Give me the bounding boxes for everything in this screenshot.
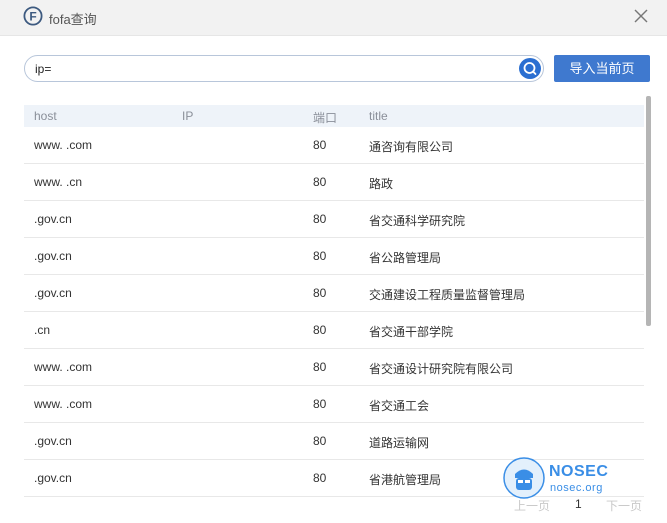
port-cell: 80 [313,397,327,411]
table-row[interactable]: .gov.cn 80 省公路管理局 [24,238,644,275]
column-header-port: 端口 [313,111,338,125]
title-cell: 省交通科学研究院 [369,214,466,228]
port-cell: 80 [313,434,327,448]
host-cell: .gov.cn [34,434,72,448]
table-scrollbar[interactable] [646,96,651,326]
table-row[interactable]: .gov.cn 80 省交通科学研究院 [24,201,644,238]
results-table: host IP 端口 title www. .com 80 通咨询有限公司 ww… [24,105,644,497]
nosec-brand: NOSEC [549,463,609,480]
import-current-page-button[interactable]: 导入当前页 [554,55,650,82]
title-cell: 省交通设计研究院有限公司 [369,362,514,376]
table-row[interactable]: www. .cn 80 路政 [24,164,644,201]
table-header: host IP 端口 title [24,105,644,127]
table-row[interactable]: .gov.cn 80 交通建设工程质量监督管理局 [24,275,644,312]
port-cell: 80 [313,212,327,226]
host-cell: .gov.cn [34,249,72,263]
column-header-host: host [34,109,57,123]
nosec-domain: nosec.org [550,482,603,494]
host-cell: www. .com [34,138,93,152]
port-cell: 80 [313,360,327,374]
next-page-link[interactable]: 下一页 [606,497,642,514]
port-cell: 80 [313,471,327,485]
host-cell: www. .cn [34,175,83,189]
host-cell: www. .com [34,360,93,374]
table-row[interactable]: .gov.cn 80 道路运输网 [24,423,644,460]
port-cell: 80 [313,286,327,300]
search-input[interactable] [35,59,515,79]
window-title: fofa查询 [49,12,97,27]
port-cell: 80 [313,249,327,263]
title-cell: 省公路管理局 [369,251,442,265]
title-cell: 省交通干部学院 [369,325,454,339]
title-cell: 通咨询有限公司 [369,140,454,154]
close-icon[interactable] [633,8,649,24]
search-icon [523,62,537,75]
table-row[interactable]: www. .com 80 省交通设计研究院有限公司 [24,349,644,386]
column-header-title: title [369,109,388,123]
current-page-number[interactable]: 1 [575,497,582,511]
column-header-ip: IP [182,109,194,123]
fofa-logo-icon: F [23,6,43,26]
search-button[interactable] [519,58,541,79]
host-cell: .gov.cn [34,212,72,226]
host-cell: .gov.cn [34,471,72,485]
table-row[interactable]: www. .com 80 省交通工会 [24,386,644,423]
host-cell: .gov.cn [34,286,72,300]
title-cell: 道路运输网 [369,436,430,450]
prev-page-link[interactable]: 上一页 [514,497,550,514]
port-cell: 80 [313,138,327,152]
logo-letter: F [29,10,36,24]
title-cell: 路政 [369,177,394,191]
table-row[interactable]: www. .com 80 通咨询有限公司 [24,127,644,164]
port-cell: 80 [313,323,327,337]
title-bar: F fofa查询 [0,0,667,36]
host-cell: .cn [34,323,51,337]
title-cell: 省港航管理局 [369,473,442,487]
search-box [24,55,544,82]
port-cell: 80 [313,175,327,189]
table-row[interactable]: .cn 80 省交通干部学院 [24,312,644,349]
title-cell: 省交通工会 [369,399,430,413]
host-cell: www. .com [34,397,93,411]
nosec-watermark: NOSEC nosec.org [502,456,622,500]
title-cell: 交通建设工程质量监督管理局 [369,288,526,302]
nosec-mascot-icon [503,457,545,499]
